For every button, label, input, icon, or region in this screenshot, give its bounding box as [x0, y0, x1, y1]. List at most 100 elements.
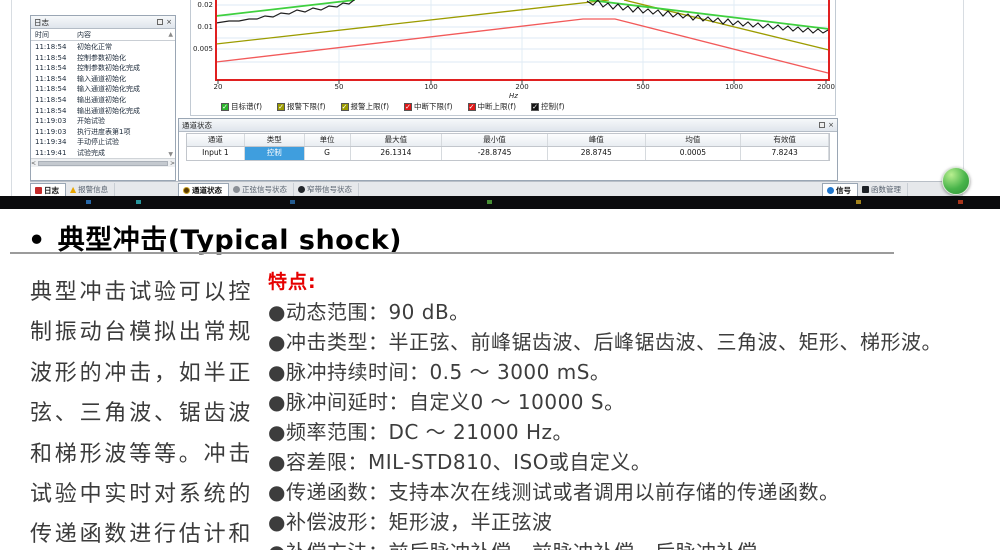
pin-icon[interactable] [157, 19, 163, 25]
column-header[interactable]: 有效值 [741, 134, 829, 146]
log-col-time: 时间 [35, 30, 77, 40]
table-cell: Input 1 [187, 147, 245, 160]
channel-status-panel: 通道状态 × 通道类型单位最大值最小值峰值均值有效值 Input 1控制G26.… [178, 118, 838, 181]
legend-label: 报警上限(f) [351, 101, 390, 112]
log-row[interactable]: 11:18:54 控制参数初始化完成 [31, 63, 175, 74]
log-content: 输入通道初始化完成 [77, 84, 175, 95]
column-header[interactable]: 通道 [187, 134, 245, 146]
y-tick-label: 0.005 [191, 45, 213, 53]
log-row[interactable]: 11:18:54 控制参数初始化 [31, 53, 175, 64]
legend-checkbox-icon[interactable]: ✓ [341, 103, 349, 111]
legend-item[interactable]: ✓ 报警下限(f) [277, 101, 326, 112]
right-panel-edge [963, 0, 964, 181]
scroll-up-icon[interactable]: ▲ [168, 31, 173, 38]
taskbar-icon [958, 200, 963, 204]
tab-sine-label: 正弦信号状态 [242, 184, 287, 195]
column-header[interactable]: 均值 [646, 134, 742, 146]
taskbar-icon [290, 200, 295, 204]
log-content: 输出通道初始化完成 [77, 106, 175, 117]
table-cell: -28.8745 [442, 147, 548, 160]
log-row[interactable]: 11:19:03 执行进度表第1项 [31, 127, 175, 138]
legend-checkbox-icon[interactable]: ✓ [221, 103, 229, 111]
taskbar-icon [487, 200, 492, 204]
intro-line: 制振动台模拟出常规 [30, 313, 255, 353]
log-content: 初始化正常 [77, 42, 175, 53]
scroll-left-icon[interactable]: < [31, 160, 36, 167]
log-time: 11:18:54 [35, 106, 77, 117]
column-header[interactable]: 单位 [305, 134, 351, 146]
intro-line: 波形的冲击，如半正 [30, 354, 255, 394]
legend-item[interactable]: ✓ 中断下限(f) [404, 101, 453, 112]
log-time: 11:19:03 [35, 127, 77, 138]
log-content: 输入通道初始化 [77, 74, 175, 85]
log-row[interactable]: 11:19:03 开始试验 [31, 116, 175, 127]
table-cell: G [305, 147, 351, 160]
column-header[interactable]: 类型 [245, 134, 305, 146]
sine-status-icon [233, 186, 240, 193]
green-round-button[interactable] [942, 167, 970, 195]
tab-alarm-info[interactable]: ▲ 报警信息 [66, 183, 115, 196]
scroll-right-icon[interactable]: > [170, 160, 175, 167]
log-row[interactable]: 11:18:54 输出通道初始化 [31, 95, 175, 106]
intro-line: 弦、三角波、锯齿波 [30, 394, 255, 434]
feature-item: ●频率范围：DC ～ 21000 Hz。 [268, 417, 984, 447]
tab-sine-signal-status[interactable]: 正弦信号状态 [229, 183, 294, 196]
tab-log-label: 日志 [44, 185, 59, 196]
log-row[interactable]: 11:19:34 手动停止试验 [31, 137, 175, 148]
log-hscrollbar[interactable]: < > [31, 158, 175, 167]
log-row[interactable]: 11:18:54 初始化正常 [31, 42, 175, 53]
log-row[interactable]: 11:18:54 输入通道初始化 [31, 74, 175, 85]
legend-label: 目标谱(f) [231, 101, 262, 112]
close-icon[interactable]: × [828, 122, 834, 128]
intro-line: 试验中实时对系统的 [30, 475, 255, 515]
intro-line: 和梯形波等等。冲击 [30, 435, 255, 475]
log-row[interactable]: 11:18:54 输入通道初始化完成 [31, 84, 175, 95]
column-header[interactable]: 峰值 [548, 134, 646, 146]
log-time: 11:18:54 [35, 95, 77, 106]
scroll-down-icon[interactable]: ▼ [168, 151, 173, 158]
column-header[interactable]: 最大值 [351, 134, 443, 146]
legend-checkbox-icon[interactable]: ✓ [404, 103, 412, 111]
taskbar-icon [136, 200, 141, 204]
table-row[interactable]: Input 1控制G26.1314-28.874528.87450.00057.… [187, 147, 829, 160]
column-header[interactable]: 最小值 [442, 134, 548, 146]
tab-signal-label: 信号 [836, 185, 851, 196]
legend-checkbox-icon[interactable]: ✓ [277, 103, 285, 111]
log-time: 11:18:54 [35, 63, 77, 74]
log-row[interactable]: 11:18:54 输出通道初始化完成 [31, 106, 175, 117]
alarm-low-line-left [216, 0, 609, 44]
tab-channel-status[interactable]: 通道状态 [178, 183, 229, 196]
scroll-thumb[interactable] [38, 161, 168, 166]
legend-item[interactable]: ✓ 中断上限(f) [468, 101, 517, 112]
tab-function-manager[interactable]: 函数管理 [858, 183, 908, 196]
log-content: 试验完成 [77, 148, 175, 158]
legend-item[interactable]: ✓ 控制(f) [531, 101, 565, 112]
log-time: 11:18:54 [35, 42, 77, 53]
legend-checkbox-icon[interactable]: ✓ [468, 103, 476, 111]
tab-channel-label: 通道状态 [192, 185, 222, 196]
log-content: 手动停止试验 [77, 137, 175, 148]
taskbar-icon [856, 200, 861, 204]
legend-item[interactable]: ✓ 目标谱(f) [221, 101, 262, 112]
pin-icon[interactable] [819, 122, 825, 128]
tab-narrowband-signal-status[interactable]: 窄带信号状态 [294, 183, 359, 196]
log-panel-title: 日志 [34, 17, 49, 28]
legend-checkbox-icon[interactable]: ✓ [531, 103, 539, 111]
intro-paragraph: 典型冲击试验可以控制振动台模拟出常规波形的冲击，如半正弦、三角波、锯齿波和梯形波… [30, 273, 255, 550]
chart-legend: ✓ 目标谱(f) ✓ 报警下限(f) ✓ 报警上限(f) ✓ [221, 101, 565, 112]
legend-label: 中断上限(f) [478, 101, 517, 112]
legend-item[interactable]: ✓ 报警上限(f) [341, 101, 390, 112]
spectrum-chart-window: 0.020.010.005 205010020050010002000 Hz ✓… [190, 0, 836, 116]
legend-label: 中断下限(f) [414, 101, 453, 112]
log-content: 控制参数初始化 [77, 53, 175, 64]
channel-panel-titlebar: 通道状态 × [179, 119, 837, 132]
feature-item: ●动态范围：90 dB。 [268, 297, 984, 327]
tab-signal[interactable]: 信号 [822, 183, 858, 196]
tab-log[interactable]: 日志 [30, 183, 66, 196]
log-time: 11:18:54 [35, 84, 77, 95]
log-row[interactable]: 11:19:41 试验完成 [31, 148, 175, 158]
y-tick-label: 0.01 [191, 23, 213, 31]
x-tick-label: 200 [515, 83, 528, 91]
close-icon[interactable]: × [166, 19, 172, 25]
function-manager-icon [862, 186, 869, 193]
